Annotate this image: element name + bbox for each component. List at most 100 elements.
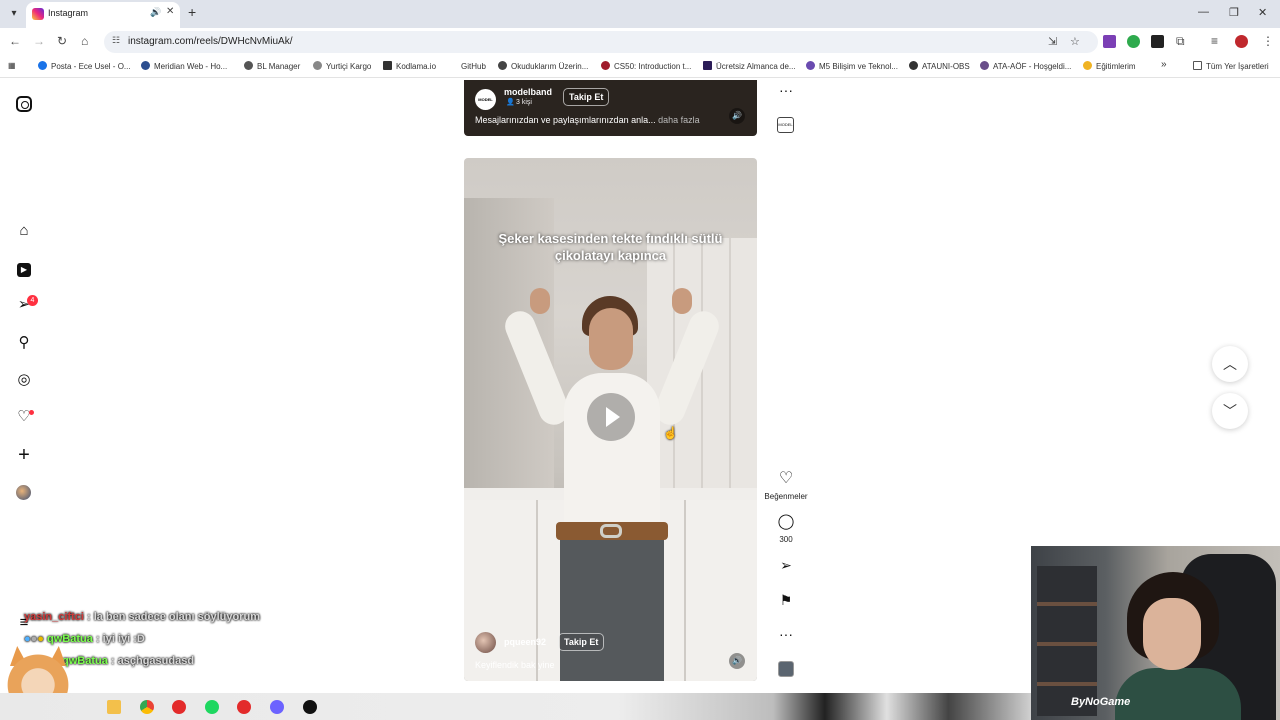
like-heart-icon[interactable]: ♡ [776, 471, 796, 487]
bookmark-item[interactable]: BL Manager [244, 61, 300, 71]
github-icon [448, 61, 457, 70]
home-icon[interactable]: ⌂ [81, 34, 88, 48]
meridian-icon [141, 61, 150, 70]
previous-audio-thumbnail[interactable]: MODEL [777, 117, 794, 133]
new-tab-button[interactable]: + [188, 4, 196, 20]
explore-nav-icon[interactable]: ◎ [15, 371, 33, 389]
profile-avatar[interactable] [1235, 35, 1248, 48]
previous-reel-button[interactable]: ︿ [1212, 346, 1248, 382]
follow-button[interactable]: Takip Et [563, 88, 610, 106]
tab-search-icon[interactable]: ▾ [6, 6, 22, 22]
all-bookmarks-folder[interactable]: Tüm Yer İşaretleri [1193, 61, 1269, 71]
create-plus-icon[interactable]: + [15, 445, 33, 465]
bookmark-item[interactable]: CS50: Introduction t... [601, 61, 691, 71]
profile-avatar-nav[interactable] [16, 485, 31, 500]
search-nav-icon[interactable]: ⚲ [15, 334, 33, 352]
app-icon[interactable] [172, 700, 186, 714]
window-close-icon[interactable]: ✕ [1258, 6, 1267, 19]
more-link[interactable]: daha fazla [658, 115, 700, 125]
obs-icon[interactable] [303, 700, 317, 714]
install-app-icon[interactable]: ⇲ [1048, 35, 1057, 48]
lingohut-icon [703, 61, 712, 70]
share-icon[interactable]: ➢ [776, 557, 796, 573]
extensions-puzzle-icon[interactable]: ⧉ [1176, 34, 1185, 49]
imdb-extension-icon[interactable] [1151, 35, 1164, 48]
bookmark-item[interactable]: Posta - Ece Usel - O... [38, 61, 131, 71]
close-icon[interactable]: ✕ [166, 6, 174, 17]
bookmark-item[interactable]: Eğitimlerim [1083, 61, 1136, 71]
cargo-icon [313, 61, 322, 70]
play-icon[interactable] [587, 393, 635, 441]
person-jeans [560, 530, 664, 681]
bookmark-item[interactable]: Okuduklarım Üzerin... [498, 61, 588, 71]
discord-icon[interactable] [270, 700, 284, 714]
previous-reel-more-icon[interactable]: ··· [776, 82, 796, 98]
follow-button[interactable]: Takip Et [558, 633, 605, 651]
belt-buckle [600, 524, 622, 538]
bookmark-item[interactable]: Ücretsiz Almanca de... [703, 61, 796, 71]
volume-icon[interactable]: 🔊 [729, 653, 745, 669]
bookmark-item[interactable]: M5 Bilişim ve Teknol... [806, 61, 898, 71]
kodlama-icon [383, 61, 392, 70]
pqueen92-avatar[interactable] [475, 632, 496, 653]
menu-icon[interactable]: ⋮ [1262, 34, 1274, 48]
previous-reel[interactable]: MODEL modelband 3 kişi 👤 Takip Et Mesajl… [464, 80, 757, 136]
url-bar[interactable]: ☷ instagram.com/reels/DWHcNvMiuAk/ ⇲ ☆ [104, 31, 1098, 53]
reading-icon [498, 61, 507, 70]
instagram-favicon-icon [32, 8, 44, 20]
chat-text: : la ben sadece olanı söylüyorum [86, 611, 260, 623]
reel-caption[interactable]: Keyiflendik bak yine [475, 660, 555, 670]
site-info-icon[interactable]: ☷ [112, 35, 120, 46]
notification-dot [29, 410, 34, 415]
bookmark-item[interactable]: Meridian Web - Ho... [141, 61, 227, 71]
bookmark-item[interactable]: Kodlama.io [383, 61, 436, 71]
m5-icon [806, 61, 815, 70]
chat-message: qwBatua : asçhgasudasd [62, 655, 194, 667]
modelband-avatar[interactable]: MODEL [475, 89, 496, 110]
audio-thumbnail[interactable] [778, 661, 794, 677]
reel-caption[interactable]: Mesajlarınızdan ve paylaşımlarınızdan an… [475, 115, 700, 125]
current-reel-video[interactable]: Şeker kasesinden tekte fındıklı sütlü çi… [464, 158, 757, 681]
comment-icon[interactable]: ◯ [776, 514, 796, 530]
spotify-icon[interactable] [205, 700, 219, 714]
extension-icon[interactable] [1103, 35, 1116, 48]
bookmark-item[interactable]: ATA-AÖF - Hoşgeldi... [980, 61, 1071, 71]
person-hand [530, 288, 550, 314]
home-nav-icon[interactable]: ⌂ [15, 222, 33, 240]
save-bookmark-icon[interactable]: ⚑ [776, 592, 796, 608]
harvard-shield-icon [601, 61, 610, 70]
minimize-icon[interactable]: — [1198, 6, 1209, 18]
bynogame-logo: ByNoGame [1071, 696, 1131, 708]
apps-grid-icon[interactable]: ▦ [8, 61, 16, 70]
streamer-face [1143, 598, 1201, 670]
media-control-icon[interactable]: ≡ [1211, 34, 1218, 48]
restore-icon[interactable]: ❐ [1229, 6, 1239, 19]
reload-icon[interactable]: ↻ [57, 34, 67, 48]
reel-username[interactable]: pqueen92 [504, 637, 546, 647]
instagram-logo-icon[interactable] [16, 96, 32, 112]
bookmark-star-icon[interactable]: ☆ [1070, 35, 1080, 48]
url-text[interactable]: instagram.com/reels/DWHcNvMiuAk/ [128, 36, 292, 47]
mouse-cursor-icon: ☝ [663, 426, 678, 440]
bookmark-item[interactable]: ATAUNI-OBS [909, 61, 970, 71]
app-icon[interactable] [237, 700, 251, 714]
reels-nav-icon[interactable]: ▶ [15, 259, 33, 277]
taskbar [0, 693, 1031, 720]
volume-icon[interactable]: 🔊 [729, 108, 745, 124]
bookmarks-overflow-button[interactable]: » [1161, 59, 1167, 70]
chat-text: : iyi iyi :D [95, 633, 145, 645]
forward-icon[interactable]: → [33, 34, 45, 48]
speaker-icon[interactable]: 🔊 [150, 7, 161, 18]
next-reel-button[interactable]: ﹀ [1212, 393, 1248, 429]
bookmark-item[interactable]: GitHub [448, 61, 486, 71]
likes-label[interactable]: Beğenmeler [756, 492, 816, 501]
back-icon[interactable]: ← [9, 34, 21, 48]
comments-count[interactable]: 300 [756, 535, 816, 544]
more-options-icon[interactable]: ··· [776, 626, 796, 642]
shield-extension-icon[interactable] [1127, 35, 1140, 48]
reel-username[interactable]: modelband [504, 87, 552, 97]
bookmark-item[interactable]: Yurtiçi Kargo [313, 61, 371, 71]
tab-instagram[interactable]: Instagram 🔊 ✕ [26, 2, 180, 28]
file-explorer-icon[interactable] [107, 700, 121, 714]
chrome-icon[interactable] [140, 700, 154, 714]
